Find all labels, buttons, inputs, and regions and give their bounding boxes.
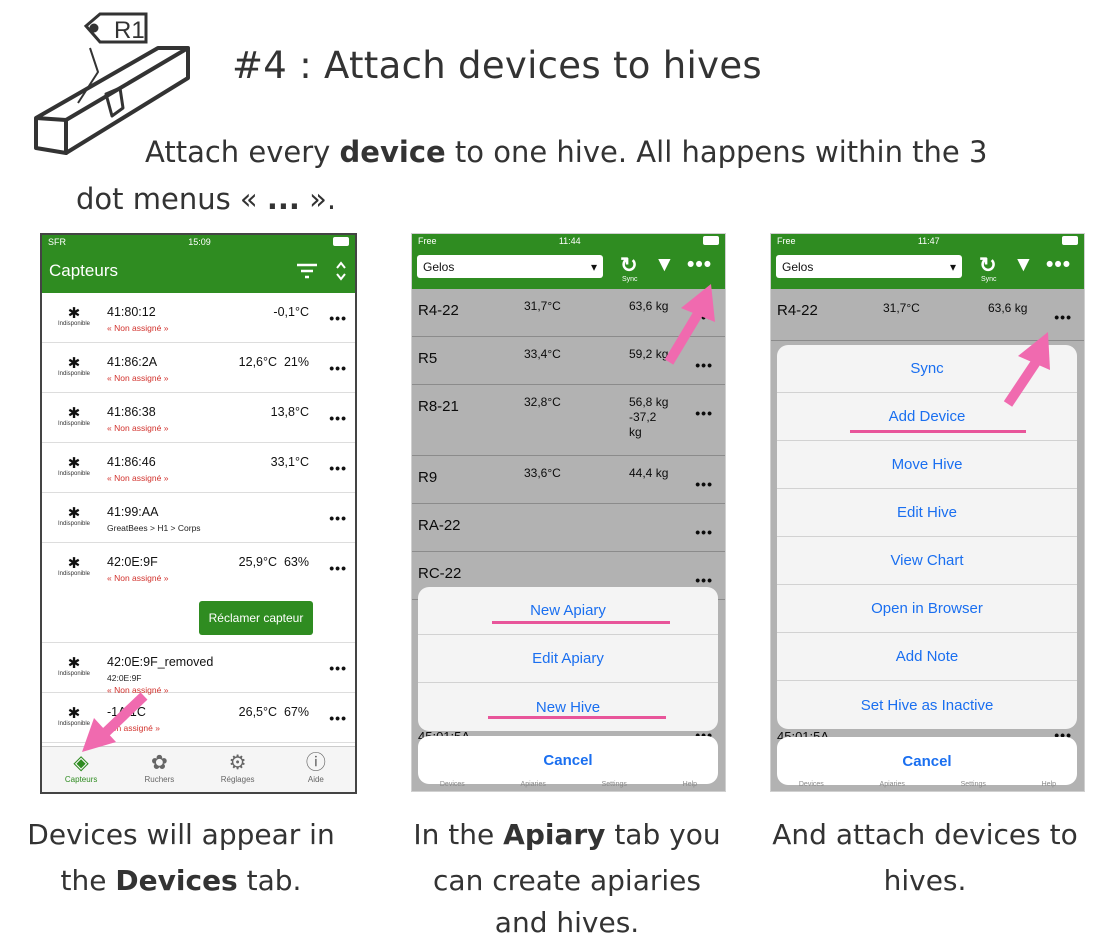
device-row[interactable]: ✱ Indisponible 41:86:2A « Non assigné » 12,6…: [42, 343, 355, 393]
more-icon[interactable]: •••: [329, 360, 347, 376]
menu-set-hive-inactive[interactable]: Set Hive as Inactive: [777, 681, 1077, 729]
sync-icon[interactable]: ↻: [620, 253, 638, 278]
toolbar: Gelos ▾ ↻ Sync ▼ •••: [771, 247, 1084, 289]
filter-icon[interactable]: ▼: [1013, 253, 1034, 277]
device-sub: 42:0E:9F: [107, 673, 142, 683]
filter-lines-icon[interactable]: [296, 263, 318, 279]
bluetooth-icon: ✱ Indisponible: [57, 505, 91, 527]
device-row[interactable]: ✱ Indisponible 41:86:38 « Non assigné » 13,8…: [42, 393, 355, 443]
bluetooth-icon: ✱ Indisponible: [57, 655, 91, 677]
menu-add-note[interactable]: Add Note: [777, 633, 1077, 681]
menu-open-in-browser[interactable]: Open in Browser: [777, 585, 1077, 633]
intro-line-2: dot menus « ... ».: [76, 182, 337, 216]
pink-arrow-icon: [1003, 332, 1050, 407]
intro-line-1: Attach every device to one hive. All hap…: [145, 135, 988, 169]
bluetooth-icon: ✱ Indisponible: [57, 305, 91, 327]
caption-apiary: In the Apiary tab you can create apiarie…: [413, 818, 721, 939]
chevron-updown-icon[interactable]: [318, 259, 348, 283]
assignment-label: « Non assigné »: [107, 373, 169, 383]
page-title: #4 : Attach devices to hives: [232, 44, 762, 87]
more-icon[interactable]: •••: [1046, 253, 1071, 277]
status-bar: Free 11:44: [412, 234, 725, 247]
tab-aide[interactable]: ⓘ Aide: [277, 747, 355, 792]
device-mac: 42:0E:9F: [107, 555, 158, 569]
hive-menu-screenshot: Free 11:47 Gelos ▾ ↻ Sync ▼ ••• R4-22 31,7…: [770, 233, 1085, 792]
menu-edit-apiary[interactable]: Edit Apiary: [418, 635, 718, 683]
help-icon: ⓘ: [305, 752, 326, 774]
claim-device-button[interactable]: Réclamer capteur: [199, 601, 313, 635]
status-bar: SFR 15:09: [42, 235, 355, 248]
highlight-underline: [850, 430, 1026, 433]
tab-bar: Devices Apiaries Settings Help: [439, 781, 698, 788]
device-values: 26,5°C 67%: [238, 705, 309, 719]
assignment-label: « Non assigné »: [107, 573, 169, 583]
highlight-underline: [488, 716, 666, 719]
sync-icon[interactable]: ↻: [979, 253, 997, 278]
assignment-label: « Non assigné »: [107, 323, 169, 333]
device-mac: 41:86:38: [107, 405, 156, 419]
nav-bar: Capteurs: [42, 248, 355, 293]
more-icon[interactable]: •••: [329, 460, 347, 476]
device-mac: 41:80:12: [107, 305, 156, 319]
assignment-label: « Non assigné »: [107, 423, 169, 433]
device-values: 13,8°C: [270, 405, 309, 419]
device-mac: 41:86:46: [107, 455, 156, 469]
pink-arrow-icon: [82, 692, 148, 752]
bluetooth-icon: ✱ Indisponible: [57, 555, 91, 577]
tab-bar: Devices Apiaries Settings Help: [798, 781, 1057, 788]
bluetooth-icon: ✱ Indisponible: [57, 405, 91, 427]
logo-label: R1: [114, 17, 145, 44]
assignment-label: « Non assigné »: [107, 473, 169, 483]
cancel-button[interactable]: Cancel: [418, 736, 718, 784]
nav-title: Capteurs: [49, 260, 118, 280]
device-mac: 42:0E:9F_removed: [107, 655, 214, 669]
pink-arrow-icon: [664, 284, 715, 365]
bluetooth-icon: ✱ Indisponible: [57, 355, 91, 377]
filter-icon[interactable]: ▼: [654, 253, 675, 277]
device-mac: 41:99:AA: [107, 505, 159, 519]
device-values: 25,9°C 63%: [238, 555, 309, 569]
assignment-label: GreatBees > H1 > Corps: [107, 523, 201, 533]
more-icon[interactable]: •••: [329, 560, 347, 576]
device-values: 12,6°C 21%: [238, 355, 309, 369]
bluetooth-icon: ✱ Indisponible: [57, 455, 91, 477]
more-icon[interactable]: •••: [329, 660, 347, 676]
more-icon[interactable]: •••: [329, 310, 347, 326]
device-row[interactable]: ✱ Indisponible 41:86:46 « Non assigné » 33,1…: [42, 443, 355, 493]
menu-new-apiary[interactable]: New Apiary: [418, 587, 718, 635]
tab-reglages[interactable]: ⚙ Réglages: [199, 747, 277, 792]
more-icon[interactable]: •••: [687, 253, 712, 277]
action-sheet: New Apiary Edit Apiary New Hive: [418, 587, 718, 731]
highlight-underline: [492, 621, 670, 624]
device-values: 33,1°C: [270, 455, 309, 469]
device-values: -0,1°C: [273, 305, 309, 319]
caption-attach: And attach devices to hives.: [772, 818, 1078, 897]
caption-devices: Devices will appear in the Devices tab.: [27, 818, 335, 897]
device-row[interactable]: ✱ Indisponible 41:99:AA GreatBees > H1 > Co…: [42, 493, 355, 543]
apiary-select[interactable]: Gelos ▾: [776, 255, 962, 278]
gear-icon: ⚙: [228, 752, 247, 774]
device-row[interactable]: ✱ Indisponible 42:0E:9F_removed 42:0E:9F « N…: [42, 643, 355, 695]
menu-view-chart[interactable]: View Chart: [777, 537, 1077, 585]
menu-new-hive[interactable]: New Hive: [418, 683, 718, 731]
device-mac: 41:86:2A: [107, 355, 158, 369]
more-icon[interactable]: •••: [329, 410, 347, 426]
more-icon[interactable]: •••: [329, 510, 347, 526]
cancel-button[interactable]: Cancel: [777, 737, 1077, 785]
menu-move-hive[interactable]: Move Hive: [777, 441, 1077, 489]
device-row[interactable]: ✱ Indisponible 41:80:12 « Non assigné » -0,1…: [42, 293, 355, 343]
more-icon[interactable]: •••: [329, 710, 347, 726]
apiary-select[interactable]: Gelos ▾: [417, 255, 603, 278]
menu-edit-hive[interactable]: Edit Hive: [777, 489, 1077, 537]
status-bar: Free 11:47: [771, 234, 1084, 247]
